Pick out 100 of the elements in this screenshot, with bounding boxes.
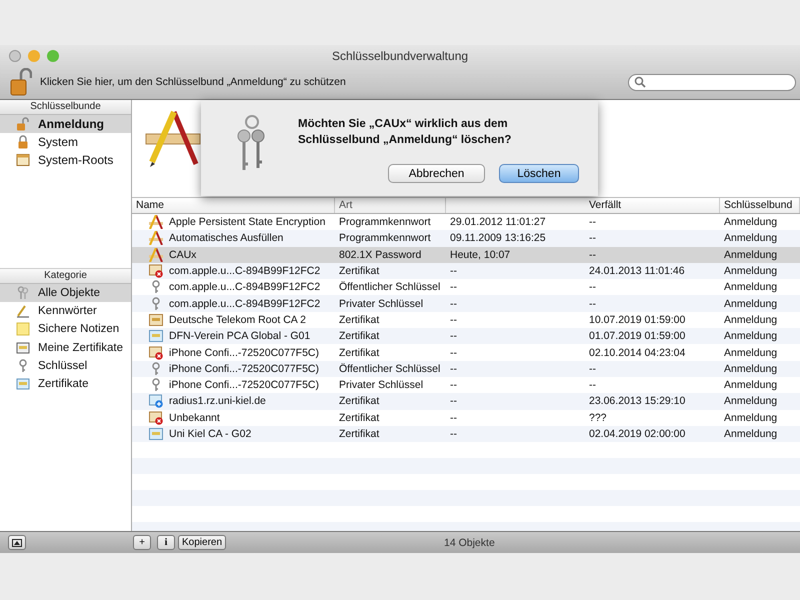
keychain-cell: Anmeldung <box>724 232 778 244</box>
date-cell: -- <box>450 412 457 424</box>
type-cell: Öffentlicher Schlüssel <box>339 281 440 294</box>
table-row[interactable]: com.apple.u...C-894B99F12FC2 Öffentlicher Schlüssel -- -- Anmeldung <box>132 279 800 296</box>
section-header: Schlüsselbunde <box>0 100 131 115</box>
type-cell: Programmkennwort <box>339 216 431 228</box>
date-cell: 29.01.2012 11:01:27 <box>450 216 546 228</box>
zoom-button[interactable] <box>47 50 59 62</box>
keychain-cell: Anmeldung <box>724 412 778 424</box>
add-button[interactable]: + <box>133 535 151 550</box>
window-title: Schlüsselbundverwaltung <box>332 49 468 63</box>
note-icon <box>16 322 30 336</box>
column-header[interactable]: Art <box>335 198 446 213</box>
type-cell: Öffentlicher Schlüssel <box>339 362 440 375</box>
table-row[interactable]: com.apple.u...C-894B99F12FC2 Privater Schlüssel -- -- Anmeldung <box>132 295 800 312</box>
date-cell: -- <box>450 265 457 278</box>
category-item[interactable]: Zertifikate <box>0 374 131 394</box>
date-cell: -- <box>450 395 457 408</box>
certificate-icon <box>149 312 163 327</box>
date-cell: -- <box>450 330 457 342</box>
delete-button[interactable]: Löschen <box>499 164 579 183</box>
expiry-cell: -- <box>589 216 596 228</box>
cancel-button[interactable]: Abbrechen <box>388 164 485 183</box>
keychain-item[interactable]: System-Roots <box>0 151 131 169</box>
padlock-icon <box>16 135 30 149</box>
name-cell: com.apple.u...C-894B99F12FC2 <box>169 281 320 294</box>
name-cell: com.apple.u...C-894B99F12FC2 <box>169 265 320 278</box>
close-button[interactable] <box>9 50 21 62</box>
table-row[interactable]: Uni Kiel CA - G02 Zertifikat -- 02.04.2019 02:00:00 Anmeldung <box>132 426 800 442</box>
expiry-cell: 10.07.2019 01:59:00 <box>589 314 686 326</box>
expiry-cell: 01.07.2019 01:59:00 <box>589 330 686 342</box>
certificate-icon <box>16 377 30 392</box>
unlocked-padlock-icon[interactable] <box>10 68 32 96</box>
keychain-cell: Anmeldung <box>724 428 778 440</box>
category-item[interactable]: Kennwörter <box>0 302 131 320</box>
name-cell: Uni Kiel CA - G02 <box>169 428 252 440</box>
expiry-cell: -- <box>589 281 596 294</box>
column-header[interactable]: Schlüsselbund <box>720 198 800 213</box>
keychain-item[interactable]: Anmeldung <box>0 115 131 133</box>
expiry-cell: 02.04.2019 02:00:00 <box>589 428 686 440</box>
type-cell: Zertifikat <box>339 330 380 342</box>
application-icon <box>144 110 202 168</box>
date-cell: -- <box>450 346 457 359</box>
keychain-cell: Anmeldung <box>724 379 778 392</box>
type-cell: 802.1X Password <box>339 248 422 261</box>
keychain-cell: Anmeldung <box>724 362 778 375</box>
info-button[interactable]: i <box>157 535 175 550</box>
name-cell: Deutsche Telekom Root CA 2 <box>169 314 306 326</box>
expiry-cell: -- <box>589 248 596 261</box>
type-cell: Programmkennwort <box>339 232 431 244</box>
table-row[interactable]: Deutsche Telekom Root CA 2 Zertifikat -- 10.07.2019 01:59:00 Anmeldung <box>132 312 800 328</box>
table-row[interactable]: com.apple.u...C-894B99F12FC2 Zertifikat -- 24.01.2013 11:01:46 Anmeldung <box>132 262 800 280</box>
type-cell: Privater Schlüssel <box>339 298 424 310</box>
column-header[interactable]: Name <box>132 198 335 213</box>
pencil-icon <box>16 304 30 318</box>
type-cell: Zertifikat <box>339 395 380 408</box>
expiry-cell: 24.01.2013 11:01:46 <box>589 265 685 278</box>
lock-hint-link[interactable]: Klicken Sie hier, um den Schlüsselbund „Anmeldung“ zu schützen <box>40 76 346 88</box>
expiry-cell: -- <box>589 379 596 392</box>
expiry-cell: 02.10.2014 04:23:04 <box>589 346 686 359</box>
keychain-cell: Anmeldung <box>724 248 778 261</box>
category-item[interactable]: Sichere Notizen <box>0 320 131 339</box>
category-item[interactable]: Schlüssel <box>0 356 131 375</box>
certificate-icon <box>149 329 163 344</box>
name-cell: com.apple.u...C-894B99F12FC2 <box>169 298 320 310</box>
date-cell: -- <box>450 314 457 326</box>
table-row[interactable]: iPhone Confi...-72520C077F5C) Öffentlicher Schlüssel -- -- Anmeldung <box>132 360 800 377</box>
name-cell: iPhone Confi...-72520C077F5C) <box>169 379 320 392</box>
search-field[interactable] <box>628 74 796 90</box>
date-cell: -- <box>450 379 457 392</box>
table-row[interactable]: DFN-Verein PCA Global - G01 Zertifikat -- 01.07.2019 01:59:00 Anmeldung <box>132 328 800 344</box>
column-header[interactable]: Verfällt <box>585 198 720 213</box>
keychain-cell: Anmeldung <box>724 216 778 228</box>
show-preview-button[interactable] <box>8 535 26 550</box>
name-cell: iPhone Confi...-72520C077F5C) <box>169 346 320 359</box>
application-icon <box>149 231 163 246</box>
table-row[interactable]: Unbekannt Zertifikat -- ??? Anmeldung <box>132 410 800 426</box>
category-item[interactable]: Meine Zertifikate <box>0 338 131 357</box>
type-cell: Privater Schlüssel <box>339 379 424 392</box>
keychain-item[interactable]: System <box>0 133 131 151</box>
category-item[interactable]: Alle Objekte <box>0 284 131 302</box>
type-cell: Zertifikat <box>339 265 380 278</box>
name-cell: iPhone Confi...-72520C077F5C) <box>169 362 320 375</box>
keychain-cell: Anmeldung <box>724 330 778 342</box>
table-row[interactable]: Automatisches Ausfüllen Programmkennwort 09.11.2009 13:16:25 -- Anmeldung <box>132 230 800 247</box>
section-header: Kategorie <box>0 268 131 284</box>
name-cell: radius1.rz.uni-kiel.de <box>169 395 266 408</box>
expiry-cell: ??? <box>589 412 607 424</box>
cabinet-icon <box>16 153 30 167</box>
table-row[interactable]: iPhone Confi...-72520C077F5C) Zertifikat -- 02.10.2014 04:23:04 Anmeldung <box>132 344 800 361</box>
table-row[interactable]: radius1.rz.uni-kiel.de Zertifikat -- 23.06.2013 15:29:10 Anmeldung <box>132 393 800 410</box>
expiry-cell: 23.06.2013 15:29:10 <box>589 395 686 408</box>
date-cell: -- <box>450 362 457 375</box>
invalid-certificate-icon <box>149 410 163 425</box>
type-cell: Zertifikat <box>339 412 380 424</box>
copy-button[interactable]: Kopieren <box>178 535 226 550</box>
name-cell: Apple Persistent State Encryption <box>169 216 326 228</box>
table-row[interactable]: CAUx 802.1X Password Heute, 10:07 -- Anmeldung <box>132 246 800 263</box>
table-row[interactable]: iPhone Confi...-72520C077F5C) Privater Schlüssel -- -- Anmeldung <box>132 376 800 394</box>
name-cell: CAUx <box>169 248 196 261</box>
